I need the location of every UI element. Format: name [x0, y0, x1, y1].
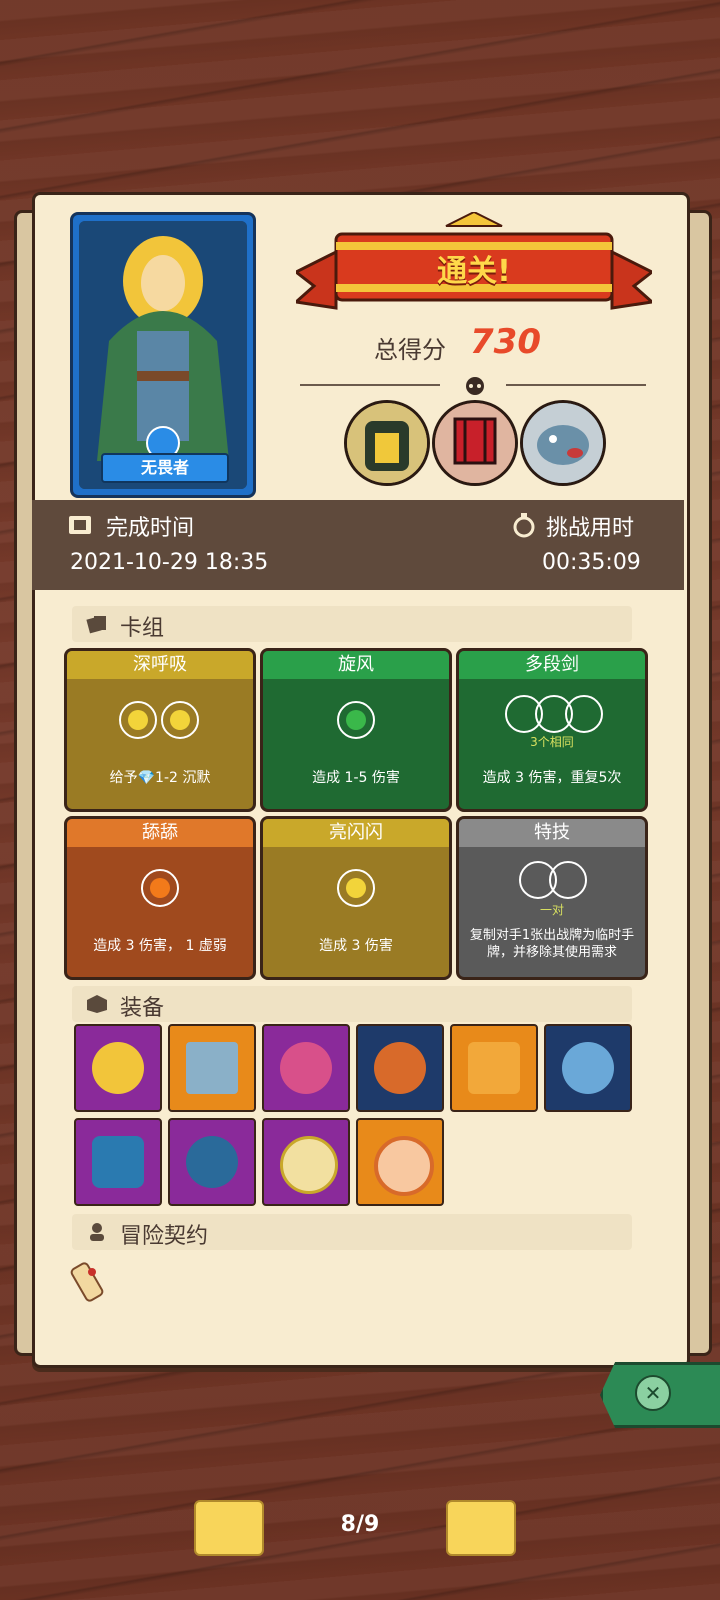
card-requirement: 3个相同 — [530, 735, 574, 749]
finish-time-value: 2021-10-29 18:35 — [70, 550, 269, 575]
equipment-title: 装备 — [120, 996, 165, 1021]
next-page-button[interactable] — [446, 1500, 516, 1556]
contract-section-header: 冒险契约 — [72, 1214, 632, 1250]
card-shiny[interactable]: 亮闪闪 造成 3 伤害 — [260, 816, 452, 980]
scroll-icon[interactable] — [70, 1258, 110, 1306]
card-desc: 复制对手1张出战牌为临时手牌，并移除其使用需求 — [469, 928, 635, 960]
divider-left — [300, 384, 440, 386]
finish-time-label: 完成时间 — [106, 516, 195, 541]
banner-text: 通关! — [437, 254, 511, 289]
equip-moon-star[interactable] — [74, 1024, 162, 1112]
equip-donut[interactable] — [356, 1118, 444, 1206]
sweater-icon — [468, 1042, 520, 1094]
shield-icon — [92, 1136, 144, 1188]
stopwatch-icon — [513, 513, 535, 538]
close-icon: ✕ — [635, 1375, 671, 1411]
film-icon — [69, 516, 91, 534]
card-requirement: 一对 — [539, 903, 564, 917]
mushroom-icon — [280, 1042, 332, 1094]
boss-portrait-3[interactable] — [520, 400, 606, 486]
card-desc: 造成 3 伤害，重复5次 — [482, 770, 622, 786]
slot-circle — [337, 701, 375, 739]
melon-icon — [346, 710, 366, 730]
card-title: 旋风 — [263, 651, 449, 679]
person-icon — [90, 1223, 104, 1241]
moon-icon — [92, 1042, 144, 1094]
cards-icon — [86, 616, 106, 634]
card-whirlwind[interactable]: 旋风 造成 1-5 伤害 — [260, 648, 452, 812]
card-title: 亮闪闪 — [263, 819, 449, 847]
hero-portrait — [79, 221, 247, 489]
slot-circle — [565, 695, 603, 733]
deck-section-header: 卡组 — [72, 606, 632, 642]
equip-saw[interactable] — [168, 1024, 256, 1112]
card-desc: 给予💎1-2 沉默 — [109, 770, 211, 786]
hero-card[interactable]: 无畏者 — [70, 212, 256, 498]
equip-sweater[interactable] — [450, 1024, 538, 1112]
victory-banner: 通关! — [292, 210, 656, 322]
equip-bat-creature[interactable] — [168, 1118, 256, 1206]
boss-icon-knight — [347, 403, 427, 483]
card-title: 多段剑 — [459, 651, 645, 679]
card-desc: 造成 3 伤害， 1 虚弱 — [93, 938, 227, 954]
lemon-icon — [170, 710, 190, 730]
card-deep-breath[interactable]: 深呼吸 给予💎1-2 沉默 — [64, 648, 256, 812]
slot-circle — [119, 701, 157, 739]
card-title: 特技 — [459, 819, 645, 847]
lemon-icon — [128, 710, 148, 730]
deck-title: 卡组 — [120, 616, 165, 641]
saw-icon — [186, 1042, 238, 1094]
flame-icon — [150, 878, 170, 898]
card-desc: 造成 3 伤害 — [319, 938, 393, 954]
card-lick[interactable]: 舔舔 造成 3 伤害， 1 虚弱 — [64, 816, 256, 980]
card-multi-sword[interactable]: 多段剑 3个相同 造成 3 伤害，重复5次 — [456, 648, 648, 812]
lemon-icon — [346, 878, 366, 898]
card-title: 深呼吸 — [67, 651, 253, 679]
card-stunt[interactable]: 特技 一对 复制对手1张出战牌为临时手牌，并移除其使用需求 — [456, 816, 648, 980]
equip-mushroom[interactable] — [262, 1024, 350, 1112]
equip-shield[interactable] — [74, 1118, 162, 1206]
bat-icon — [186, 1136, 238, 1188]
boss-portrait-2[interactable] — [432, 400, 518, 486]
prev-page-button[interactable] — [194, 1500, 264, 1556]
page-indicator: 8/9 — [340, 1512, 380, 1537]
boss-icon-cage — [435, 403, 515, 483]
equipment-section-header: 装备 — [72, 986, 632, 1022]
slot-circle — [337, 869, 375, 907]
slot-circle — [549, 861, 587, 899]
snowflake-icon — [562, 1042, 614, 1094]
equip-snowflake[interactable] — [544, 1024, 632, 1112]
pot-icon — [374, 1042, 426, 1094]
challenge-time-value: 00:35:09 — [542, 550, 641, 575]
equip-pot[interactable] — [356, 1024, 444, 1112]
boss-icon-fish — [523, 403, 603, 483]
slot-circle — [161, 701, 199, 739]
score-value: 730 — [470, 322, 541, 362]
close-button[interactable]: ✕ — [600, 1362, 720, 1428]
mirror-icon — [280, 1136, 338, 1194]
score-label: 总得分 — [374, 336, 446, 364]
boss-portrait-1[interactable] — [344, 400, 430, 486]
info-band: 完成时间 挑战用时 2021-10-29 18:35 00:35:09 — [32, 500, 684, 590]
contract-title: 冒险契约 — [120, 1224, 209, 1249]
skull-icon — [466, 377, 484, 395]
card-title: 舔舔 — [67, 819, 253, 847]
hero-art — [79, 221, 247, 489]
box-icon — [87, 995, 107, 1013]
card-desc: 造成 1-5 伤害 — [312, 770, 400, 786]
donut-icon — [374, 1136, 434, 1196]
divider-right — [506, 384, 646, 386]
hero-name: 无畏者 — [101, 453, 229, 483]
slot-circle — [141, 869, 179, 907]
equip-mirror[interactable] — [262, 1118, 350, 1206]
challenge-time-label: 挑战用时 — [546, 516, 635, 541]
